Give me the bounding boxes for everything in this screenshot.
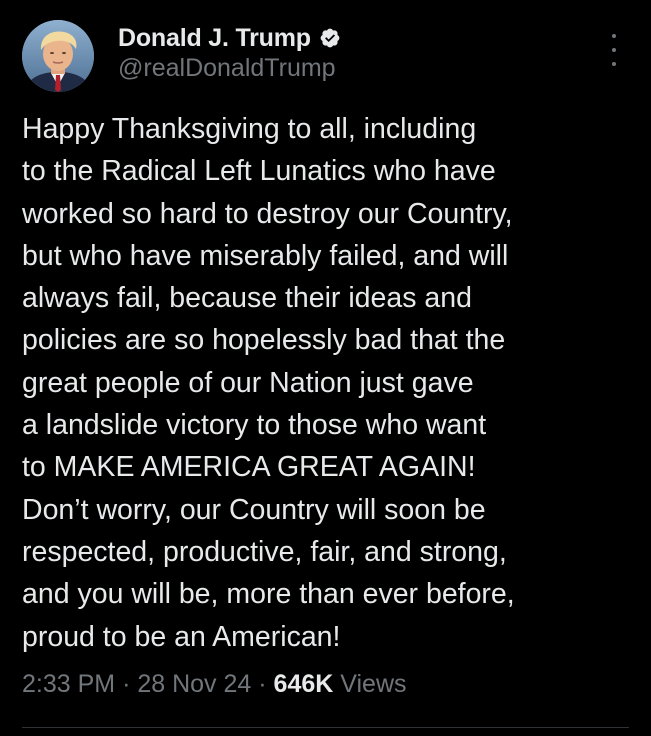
tweet-text-line: always fail, because their ideas and [22, 282, 472, 315]
tweet-text-line: Don’t worry, our Country will soon be [22, 493, 486, 526]
tweet-time[interactable]: 2:33 PM [22, 670, 115, 698]
tweet-text-line: policies are so hopelessly bad that the [22, 324, 506, 357]
tweet-text-line: proud to be an American! [22, 620, 341, 653]
views-label: Views [340, 670, 407, 698]
divider [22, 727, 629, 728]
tweet-date[interactable]: 28 Nov 24 [137, 670, 251, 698]
tweet-metadata: 2:33 PM · 28 Nov 24 · 646K Views [22, 670, 407, 699]
author-handle[interactable]: @realDonaldTrump [118, 54, 336, 83]
tweet-text-line: respected, productive, fair, and strong, [22, 535, 507, 568]
verified-badge-icon [319, 27, 341, 49]
tweet-text-line: to MAKE AMERICA GREAT AGAIN! [22, 451, 476, 484]
vertical-ellipsis-icon [612, 48, 616, 52]
tweet-text-line: but who have miserably failed, and will [22, 239, 509, 272]
meta-separator: · [258, 670, 267, 698]
tweet-text-line: great people of our Nation just gave [22, 366, 474, 399]
vertical-ellipsis-icon [612, 62, 616, 66]
tweet-text-line: Happy Thanksgiving to all, including [22, 113, 477, 145]
tweet-text: Happy Thanksgiving to all, including to … [22, 108, 632, 658]
author-name-row: Donald J. Trump [118, 22, 341, 54]
tweet-card: Donald J. Trump @realDonaldTrump Happy T… [0, 0, 651, 736]
profile-photo-icon [22, 20, 94, 92]
tweet-text-line: a landslide victory to those who want [22, 409, 487, 442]
tweet-text-line: to the Radical Left Lunatics who have [22, 155, 496, 188]
author-display-name[interactable]: Donald J. Trump [118, 24, 311, 53]
meta-separator: · [122, 670, 131, 698]
tweet-text-line: worked so hard to destroy our Country, [22, 197, 513, 230]
more-options-button[interactable] [602, 34, 626, 66]
avatar[interactable] [22, 20, 94, 92]
tweet-text-line: and you will be, more than ever before, [22, 578, 515, 611]
vertical-ellipsis-icon [612, 34, 616, 38]
views-count: 646K [273, 670, 334, 698]
